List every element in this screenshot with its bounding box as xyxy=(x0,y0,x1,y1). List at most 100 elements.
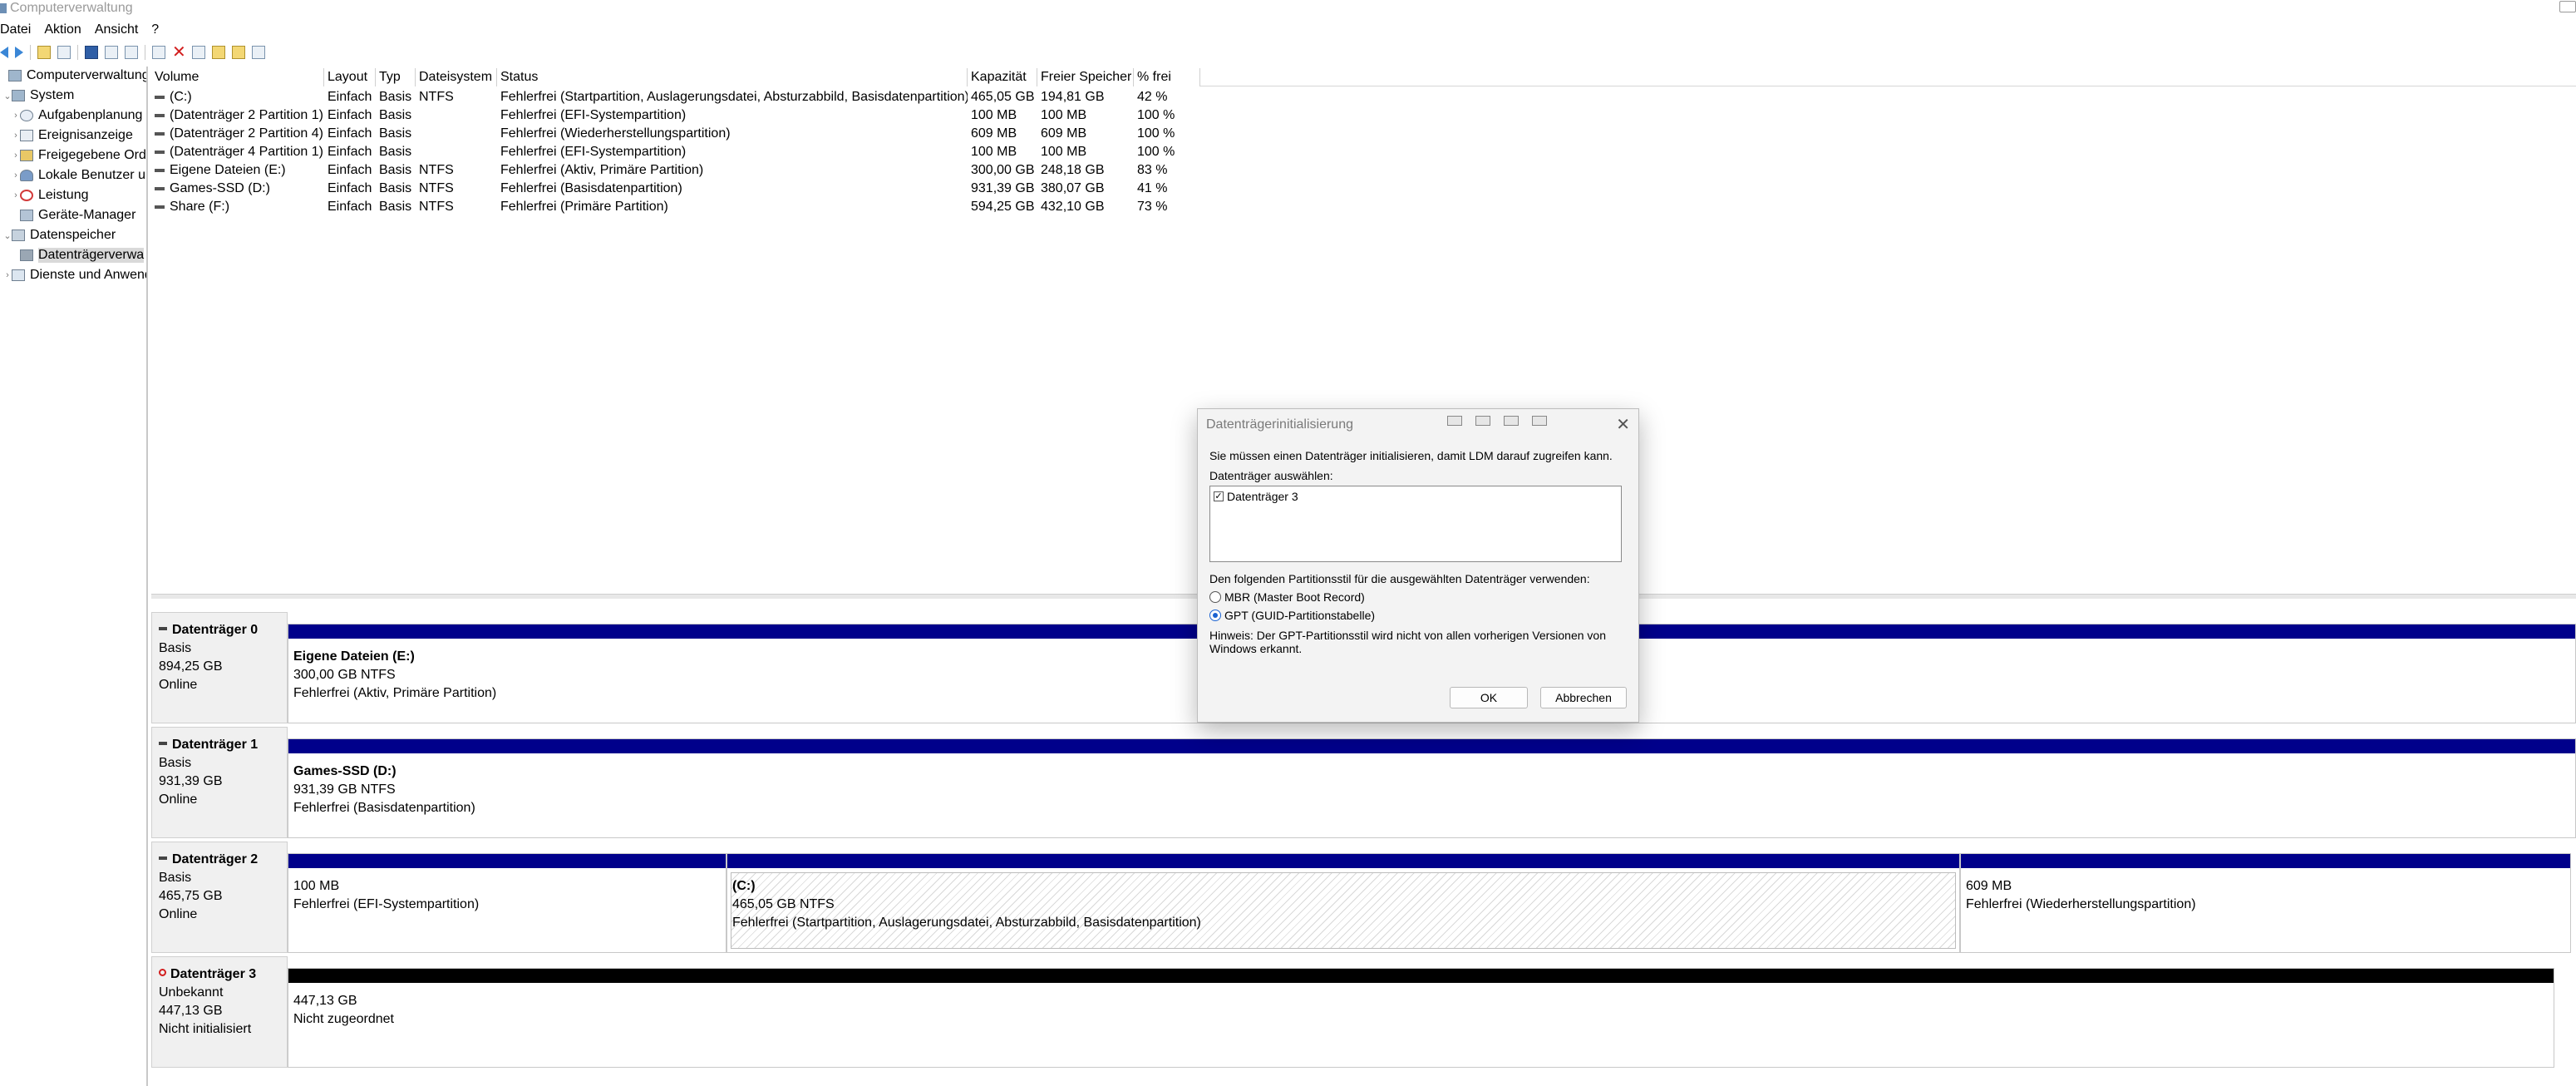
partition-status: Fehlerfrei (Aktiv, Primäre Partition) xyxy=(293,686,497,700)
view-list-icon[interactable] xyxy=(105,46,118,59)
menu-bar: Datei Aktion Ansicht ? xyxy=(0,20,172,40)
radio-selected-icon[interactable] xyxy=(1209,610,1221,621)
table-row[interactable]: Games-SSD (D:) Einfach Basis NTFS Fehler… xyxy=(151,180,1200,198)
chevron-right-icon[interactable]: › xyxy=(12,151,20,160)
partition-efi[interactable]: 100 MB Fehlerfrei (EFI-Systempartition) xyxy=(288,853,727,953)
check-disk-icon[interactable] xyxy=(192,46,205,59)
table-row[interactable]: Eigene Dateien (E:) Einfach Basis NTFS F… xyxy=(151,161,1200,180)
window-title: Computerverwaltung xyxy=(10,1,133,15)
chevron-right-icon[interactable]: › xyxy=(12,190,20,200)
tree-item-label: Freigegebene Ord xyxy=(38,148,146,162)
cancel-button[interactable]: Abbrechen xyxy=(1540,687,1627,708)
radio-unselected-icon[interactable] xyxy=(1209,591,1221,603)
percent-free-cell: 73 % xyxy=(1137,200,1168,214)
tree-item-performance[interactable]: › Leistung xyxy=(12,186,88,205)
tree-item-services-apps[interactable]: › Dienste und Anwend xyxy=(3,266,146,284)
radio-gpt[interactable]: GPT (GUID-Partitionstabelle) xyxy=(1209,609,1375,622)
capacity-cell: 609 MB xyxy=(971,126,1017,141)
ok-button[interactable]: OK xyxy=(1450,687,1528,708)
column-header-free-space[interactable]: Freier Speicher xyxy=(1037,68,1134,86)
tree-item-device-manager[interactable]: Geräte-Manager xyxy=(12,206,135,225)
disk-listbox[interactable]: ✓ Datenträger 3 xyxy=(1209,486,1622,562)
menu-aktion[interactable]: Aktion xyxy=(44,20,86,40)
tree-item-task-scheduler[interactable]: › Aufgabenplanung xyxy=(12,106,142,125)
chevron-right-icon[interactable]: › xyxy=(12,111,20,121)
partition-info: 609 MB Fehlerfrei (Wiederherstellungspar… xyxy=(1966,877,2196,914)
column-header-percent-free[interactable]: % frei xyxy=(1134,68,1200,86)
disk-label[interactable]: Datenträger 1 Basis 931,39 GB Online xyxy=(151,727,288,838)
partition-recovery[interactable]: 609 MB Fehlerfrei (Wiederherstellungspar… xyxy=(1960,853,2571,953)
event-viewer-icon xyxy=(20,130,33,141)
filesystem-cell xyxy=(416,106,497,125)
partition-c[interactable]: (C:) 465,05 GB NTFS Fehlerfrei (Startpar… xyxy=(727,853,1960,953)
table-row[interactable]: (Datenträger 4 Partition 1) Einfach Basi… xyxy=(151,143,1200,161)
free-space-cell: 380,07 GB xyxy=(1041,181,1105,195)
menu-ansicht[interactable]: Ansicht xyxy=(95,20,143,40)
disk-label[interactable]: Datenträger 2 Basis 465,75 GB Online xyxy=(151,842,288,953)
help-icon[interactable] xyxy=(85,46,98,59)
radio-gpt-label: GPT (GUID-Partitionstabelle) xyxy=(1224,609,1376,622)
column-header-type[interactable]: Typ xyxy=(376,68,416,86)
type-cell: Basis xyxy=(379,200,412,214)
window-control-icon[interactable] xyxy=(2559,1,2576,12)
table-row[interactable]: (Datenträger 2 Partition 1) Einfach Basi… xyxy=(151,106,1200,125)
delete-icon[interactable]: ✕ xyxy=(172,44,186,61)
folder-up-icon[interactable] xyxy=(37,46,51,59)
tree-item-storage[interactable]: ⌄ Datenspeicher xyxy=(3,226,116,244)
disk-label[interactable]: Datenträger 3 Unbekannt 447,13 GB Nicht … xyxy=(151,956,288,1068)
partition-unallocated[interactable]: 447,13 GB Nicht zugeordnet xyxy=(288,968,2554,1068)
chevron-right-icon[interactable]: › xyxy=(12,170,20,180)
disk-name: Datenträger 0 xyxy=(172,623,259,637)
disk-state: Online xyxy=(159,792,198,807)
tree-item-event-viewer[interactable]: › Ereignisanzeige xyxy=(12,126,133,145)
export-icon[interactable] xyxy=(232,46,245,59)
view-details-icon[interactable] xyxy=(252,46,265,59)
list-item[interactable]: ✓ Datenträger 3 xyxy=(1214,490,1298,503)
type-cell: Basis xyxy=(379,126,412,141)
volume-icon xyxy=(155,186,165,190)
tree-item-system[interactable]: ⌄ System xyxy=(3,86,74,105)
show-hide-tree-icon[interactable] xyxy=(57,46,71,59)
rescan-icon[interactable] xyxy=(212,46,225,59)
column-header-filesystem[interactable]: Dateisystem xyxy=(416,68,497,86)
disk-label[interactable]: Datenträger 0 Basis 894,25 GB Online xyxy=(151,612,288,723)
tree-item-shared-folders[interactable]: › Freigegebene Ord xyxy=(12,146,146,165)
disk-name: Datenträger 1 xyxy=(172,738,259,752)
partition-info: Games-SSD (D:) 931,39 GB NTFS Fehlerfrei… xyxy=(293,763,475,817)
back-arrow-icon[interactable] xyxy=(0,47,8,58)
connect-icon[interactable] xyxy=(152,46,165,59)
column-header-layout[interactable]: Layout xyxy=(324,68,376,86)
tree-item-computer-management[interactable]: Computerverwaltung (L xyxy=(0,67,146,85)
close-icon[interactable]: ✕ xyxy=(1616,414,1630,435)
disk-type: Basis xyxy=(159,756,192,770)
partition-info: 100 MB Fehlerfrei (EFI-Systempartition) xyxy=(293,877,479,914)
table-row[interactable]: (Datenträger 2 Partition 4) Einfach Basi… xyxy=(151,125,1200,143)
column-header-volume[interactable]: Volume xyxy=(151,68,324,86)
chevron-down-icon[interactable]: ⌄ xyxy=(3,230,12,241)
radio-mbr[interactable]: MBR (Master Boot Record) xyxy=(1209,590,1365,604)
status-cell: Fehlerfrei (Basisdatenpartition) xyxy=(500,181,682,195)
checkbox-checked-icon[interactable]: ✓ xyxy=(1214,491,1224,501)
table-row[interactable]: Share (F:) Einfach Basis NTFS Fehlerfrei… xyxy=(151,198,1200,216)
partition-name: (C:) xyxy=(732,879,756,893)
properties-icon[interactable] xyxy=(125,46,138,59)
layout-cell: Einfach xyxy=(328,181,372,195)
chevron-right-icon[interactable]: › xyxy=(3,270,12,280)
volume-name: (Datenträger 2 Partition 4) xyxy=(170,126,323,141)
volume-name: Eigene Dateien (E:) xyxy=(170,163,286,177)
tree-item-disk-management[interactable]: Datenträgerverwa xyxy=(12,246,145,264)
menu-help[interactable]: ? xyxy=(151,20,164,40)
partition[interactable]: Games-SSD (D:) 931,39 GB NTFS Fehlerfrei… xyxy=(288,738,2576,838)
chevron-down-icon[interactable]: ⌄ xyxy=(3,91,12,101)
column-header-capacity[interactable]: Kapazität xyxy=(968,68,1037,86)
status-cell: Fehlerfrei (EFI-Systempartition) xyxy=(500,108,687,122)
table-row[interactable]: (C:) Einfach Basis NTFS Fehlerfrei (Star… xyxy=(151,88,1200,106)
chevron-right-icon[interactable]: › xyxy=(12,131,20,141)
capacity-cell: 594,25 GB xyxy=(971,200,1035,214)
tree-item-local-users[interactable]: › Lokale Benutzer u xyxy=(12,166,145,185)
column-header-status[interactable]: Status xyxy=(497,68,968,86)
clock-icon xyxy=(20,110,33,121)
disk-name: Datenträger 2 xyxy=(172,852,259,866)
menu-datei[interactable]: Datei xyxy=(0,20,36,40)
forward-arrow-icon[interactable] xyxy=(15,47,23,58)
